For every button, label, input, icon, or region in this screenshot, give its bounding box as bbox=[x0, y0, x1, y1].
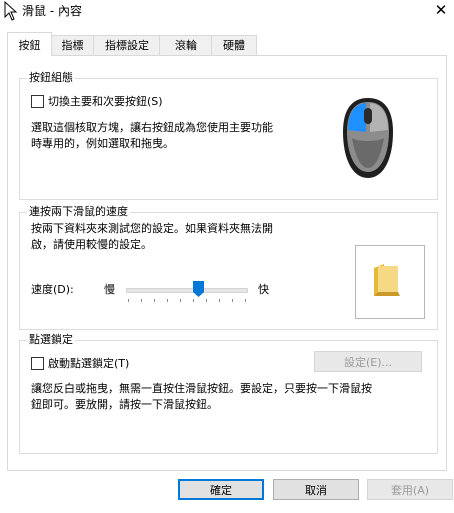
tab-buttons[interactable]: 按鈕 bbox=[7, 32, 52, 56]
click-lock-title: 點選鎖定 bbox=[27, 333, 75, 346]
speed-slider-thumb[interactable] bbox=[193, 281, 204, 297]
double-click-title: 連按兩下滑鼠的速度 bbox=[27, 205, 130, 218]
folder-icon[interactable] bbox=[372, 262, 402, 298]
click-lock-desc-2: 鈕即可。要放開，請按一下滑鼠按鈕。 bbox=[31, 398, 218, 411]
apply-button[interactable]: 套用(A) bbox=[367, 479, 453, 500]
button-config-desc-2: 時專用的，例如選取和拖曳。 bbox=[31, 137, 174, 150]
speed-slider-track[interactable] bbox=[126, 288, 248, 293]
ok-button[interactable]: 確定 bbox=[178, 479, 264, 500]
tab-pointers[interactable]: 指標 bbox=[50, 35, 95, 55]
click-lock-settings-button[interactable]: 設定(E)... bbox=[314, 351, 422, 372]
slow-label: 慢 bbox=[104, 283, 115, 296]
speed-label: 速度(D): bbox=[31, 283, 74, 296]
button-config-title: 按鈕組態 bbox=[27, 71, 75, 84]
window-title: 滑鼠 - 內容 bbox=[22, 4, 82, 18]
pointer-cursor-icon bbox=[4, 1, 18, 21]
cancel-button[interactable]: 取消 bbox=[273, 479, 359, 500]
speed-slider-ticks bbox=[128, 299, 246, 302]
tab-hardware[interactable]: 硬體 bbox=[211, 35, 257, 55]
click-lock-checkbox[interactable] bbox=[31, 357, 44, 370]
tab-wheel[interactable]: 滾輪 bbox=[159, 35, 213, 55]
double-click-desc-1: 按兩下資料夾來測試您的設定。如果資料夾無法開 bbox=[31, 222, 273, 235]
tab-pointer-options[interactable]: 指標設定 bbox=[93, 35, 161, 55]
click-lock-desc-1: 讓您反白或拖曳，無需一直按住滑鼠按鈕。要設定，只要按一下滑鼠按 bbox=[31, 382, 372, 395]
switch-buttons-checkbox[interactable] bbox=[31, 95, 44, 108]
double-click-desc-2: 啟，請使用較慢的設定。 bbox=[31, 238, 152, 251]
close-button[interactable]: ✕ bbox=[428, 0, 454, 22]
click-lock-label[interactable]: 啟動點選鎖定(T) bbox=[48, 357, 129, 370]
switch-buttons-label[interactable]: 切換主要和次要按鈕(S) bbox=[48, 95, 163, 108]
button-config-desc-1: 選取這個核取方塊，讓右按鈕成為您使用主要功能 bbox=[31, 121, 273, 134]
mouse-illustration-icon bbox=[343, 98, 393, 178]
fast-label: 快 bbox=[258, 283, 269, 296]
